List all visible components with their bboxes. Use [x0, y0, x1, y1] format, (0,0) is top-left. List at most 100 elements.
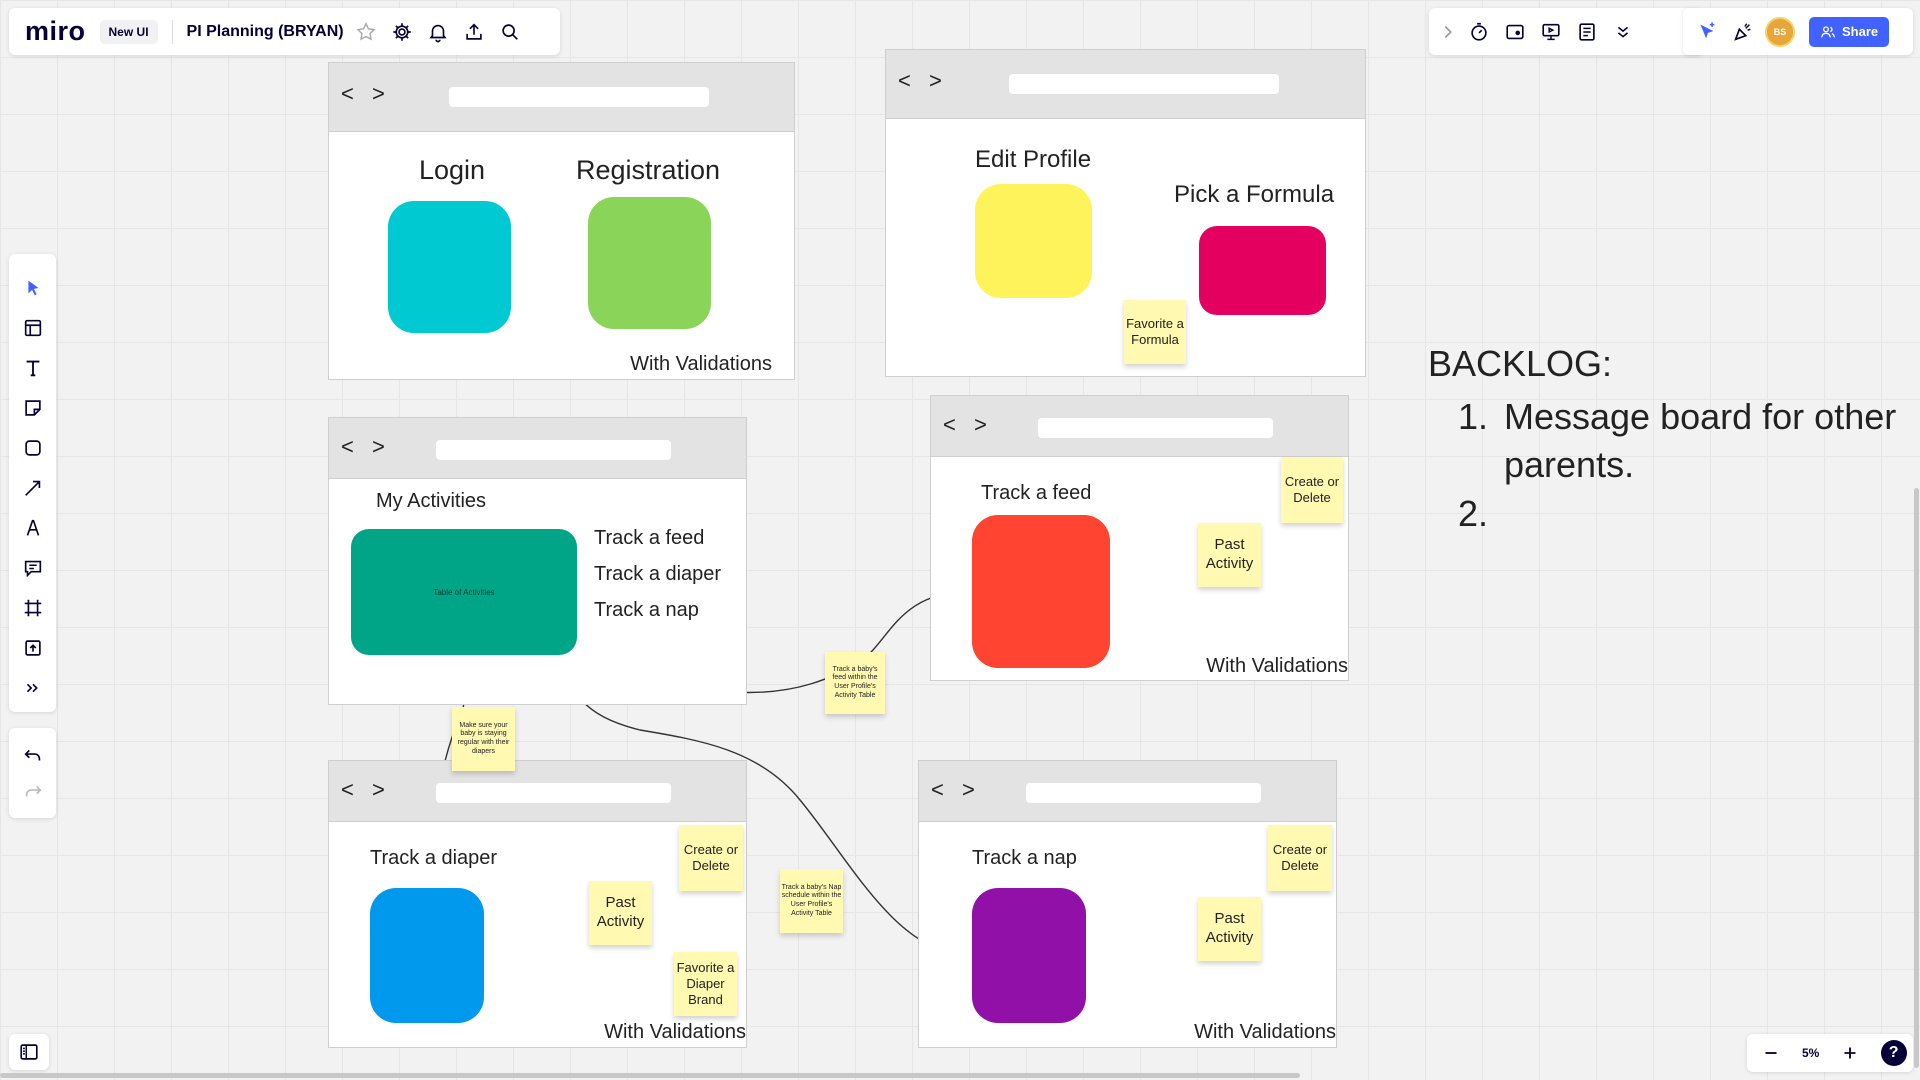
nap-shape[interactable] — [972, 888, 1086, 1023]
collaboration-bar: BS Share — [1683, 8, 1913, 55]
nap-title: Track a nap — [972, 847, 1077, 869]
avatar[interactable]: BS — [1765, 16, 1795, 47]
horizontal-scrollbar[interactable] — [0, 1073, 1300, 1078]
frame-tool-icon[interactable] — [15, 588, 51, 628]
login-shape[interactable] — [388, 201, 511, 333]
frame-login[interactable]: < > Login Registration With Validations — [328, 62, 795, 380]
board-header-bar: miro New UI PI Planning (BRYAN) — [9, 8, 560, 55]
more-tools-icon[interactable] — [15, 668, 51, 708]
url-bar — [436, 440, 671, 460]
url-bar — [1009, 74, 1279, 94]
zoom-out-icon[interactable] — [1753, 1035, 1789, 1071]
new-ui-badge[interactable]: New UI — [99, 19, 158, 44]
text-tool-icon[interactable] — [15, 348, 51, 388]
sticky-diaper-create[interactable]: Create or Delete — [679, 825, 743, 891]
zoom-panel: 5% ? — [1747, 1034, 1913, 1072]
sticky-note-icon[interactable] — [15, 388, 51, 428]
frame-feed[interactable]: < > Track a feed With Validations — [930, 395, 1349, 681]
activities-table-shape[interactable]: Table of Activities — [351, 529, 577, 655]
video-chat-icon[interactable] — [1497, 14, 1533, 50]
validations-label: With Validations — [630, 353, 772, 375]
share-button[interactable]: Share — [1809, 16, 1890, 47]
frame-header: < > — [919, 761, 1336, 822]
frame-header: < > — [329, 761, 746, 822]
nav-arrows-icon: < > — [341, 434, 391, 459]
frame-nap[interactable]: < > Track a nap With Validations — [918, 760, 1337, 1048]
users-icon — [1821, 25, 1835, 37]
frame-activities[interactable]: < > My Activities Table of Activities Tr… — [328, 417, 747, 705]
redo-icon[interactable] — [15, 773, 51, 809]
frame-header: < > — [329, 418, 746, 479]
search-icon[interactable] — [492, 14, 528, 50]
zoom-level[interactable]: 5% — [1802, 1046, 1819, 1060]
activities-title: My Activities — [376, 490, 487, 512]
celebrate-icon[interactable] — [1725, 14, 1761, 50]
chevron-right-icon[interactable] — [1435, 14, 1461, 50]
edit-profile-label: Edit Profile — [975, 146, 1092, 173]
undo-icon[interactable] — [15, 737, 51, 773]
sticky-nap-create[interactable]: Create or Delete — [1268, 825, 1332, 891]
shape-tool-icon[interactable] — [15, 428, 51, 468]
upload-icon[interactable] — [456, 14, 492, 50]
connection-line-icon[interactable] — [15, 468, 51, 508]
sticky-feed-note[interactable]: Track a baby's feed within the User Prof… — [825, 652, 885, 714]
sticky-diaper-note[interactable]: Make sure your baby is staying regular w… — [452, 707, 515, 771]
pick-formula-label: Pick a Formula — [1174, 181, 1335, 208]
sticky-diaper-past[interactable]: Past Activity — [589, 881, 652, 945]
upload-tool-icon[interactable] — [15, 628, 51, 668]
presentation-icon[interactable] — [1533, 14, 1569, 50]
board-title[interactable]: PI Planning (BRYAN) — [187, 23, 344, 41]
sidebar-toggle-icon[interactable] — [11, 1034, 47, 1070]
notes-icon[interactable] — [1569, 14, 1605, 50]
activity-item-nap: Track a nap — [594, 599, 699, 621]
formula-shape[interactable] — [1199, 226, 1326, 315]
validations-label: With Validations — [1194, 1021, 1336, 1043]
sticky-feed-past[interactable]: Past Activity — [1198, 523, 1261, 587]
sticky-feed-create[interactable]: Create or Delete — [1281, 457, 1343, 523]
activity-item-diaper: Track a diaper — [594, 563, 722, 585]
sticky-diaper-favorite[interactable]: Favorite a Diaper Brand — [674, 952, 737, 1016]
miro-logo[interactable]: miro — [25, 16, 86, 47]
vertical-scrollbar[interactable] — [1914, 488, 1919, 1068]
left-toolbar — [9, 254, 56, 712]
header-divider — [171, 19, 173, 44]
url-bar — [1026, 783, 1261, 803]
backlog-title: BACKLOG: — [1428, 343, 1613, 384]
pen-icon[interactable] — [15, 508, 51, 548]
frame-header: < > — [329, 63, 794, 132]
url-bar — [449, 87, 709, 107]
bell-icon[interactable] — [420, 14, 456, 50]
backlog-item: Message board for other parents. — [1498, 393, 1920, 490]
registration-shape[interactable] — [588, 197, 711, 329]
diaper-shape[interactable] — [370, 888, 484, 1023]
validations-label: With Validations — [604, 1021, 746, 1043]
select-cursor-icon[interactable] — [15, 268, 51, 308]
backlog-item — [1498, 490, 1920, 539]
url-bar — [436, 783, 671, 803]
templates-icon[interactable] — [15, 308, 51, 348]
share-label: Share — [1842, 24, 1879, 39]
nav-arrows-icon: < > — [898, 68, 948, 93]
sticky-favorite-formula[interactable]: Favorite a Formula — [1124, 300, 1186, 364]
edit-profile-shape[interactable] — [975, 184, 1092, 298]
undo-redo-panel — [9, 728, 56, 818]
timer-icon[interactable] — [1461, 14, 1497, 50]
reactions-cursor-icon[interactable] — [1689, 14, 1725, 50]
feed-shape[interactable] — [972, 515, 1110, 668]
comment-icon[interactable] — [15, 548, 51, 588]
login-label: Login — [419, 155, 486, 185]
sticky-nap-note[interactable]: Track a baby's Nap schedule within the U… — [780, 869, 843, 933]
diaper-title: Track a diaper — [370, 847, 498, 869]
backlog-text[interactable]: BACKLOG: Message board for other parents… — [1428, 340, 1920, 538]
settings-icon[interactable] — [384, 14, 420, 50]
top-tools-bar — [1429, 8, 1703, 55]
sticky-nap-past[interactable]: Past Activity — [1198, 897, 1261, 961]
more-chevrons-icon[interactable] — [1605, 14, 1641, 50]
url-bar — [1038, 418, 1273, 438]
validations-label: With Validations — [1206, 655, 1348, 677]
star-icon[interactable] — [348, 14, 384, 50]
sidebar-toggle-panel — [9, 1034, 49, 1070]
frame-header: < > — [886, 50, 1365, 119]
help-icon[interactable]: ? — [1880, 1040, 1907, 1066]
zoom-in-icon[interactable] — [1832, 1035, 1868, 1071]
